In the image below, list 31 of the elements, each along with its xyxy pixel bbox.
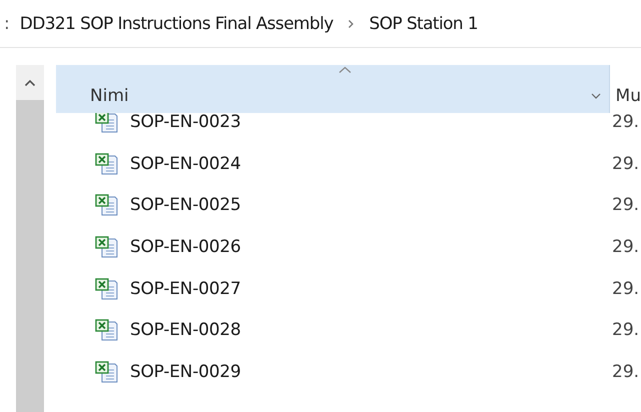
spreadsheet-file-icon <box>95 278 119 300</box>
modified-date: 29. <box>612 195 640 216</box>
spreadsheet-file-icon <box>95 194 119 216</box>
modified-date: 29. <box>612 112 640 132</box>
file-name[interactable]: SOP-EN-0023 <box>130 112 241 132</box>
spreadsheet-file-icon <box>95 110 119 133</box>
spreadsheet-file-icon <box>95 236 119 258</box>
chevron-down-icon[interactable] <box>590 93 601 99</box>
file-name[interactable]: SOP-EN-0027 <box>130 278 241 299</box>
file-name[interactable]: SOP-EN-0028 <box>130 320 241 340</box>
file-name[interactable]: SOP-EN-0029 <box>130 362 241 382</box>
spreadsheet-file-icon <box>95 360 119 383</box>
breadcrumb-item[interactable]: DD321 SOP Instructions Final Assembly <box>20 14 334 34</box>
modified-date: 29. <box>612 362 640 382</box>
modified-date: 29. <box>612 154 640 174</box>
chevron-right-icon <box>347 18 356 28</box>
scroll-up-icon[interactable] <box>24 78 36 86</box>
modified-date: 29. <box>612 320 640 340</box>
breadcrumb-overflow[interactable]: : <box>4 14 10 34</box>
breadcrumb-item[interactable]: SOP Station 1 <box>369 14 478 34</box>
modified-date: 29. <box>612 236 640 257</box>
spreadsheet-file-icon <box>95 152 119 175</box>
file-name[interactable]: SOP-EN-0025 <box>130 195 241 216</box>
modified-date: 29. <box>612 278 640 299</box>
sort-ascending-icon <box>338 66 352 74</box>
file-name[interactable]: SOP-EN-0026 <box>130 236 241 257</box>
scrollbar[interactable] <box>16 65 44 412</box>
spreadsheet-file-icon <box>95 319 119 342</box>
file-name[interactable]: SOP-EN-0024 <box>130 154 241 174</box>
column-header[interactable]: Nimi <box>56 65 610 113</box>
column-header[interactable]: Mu <box>616 79 641 113</box>
